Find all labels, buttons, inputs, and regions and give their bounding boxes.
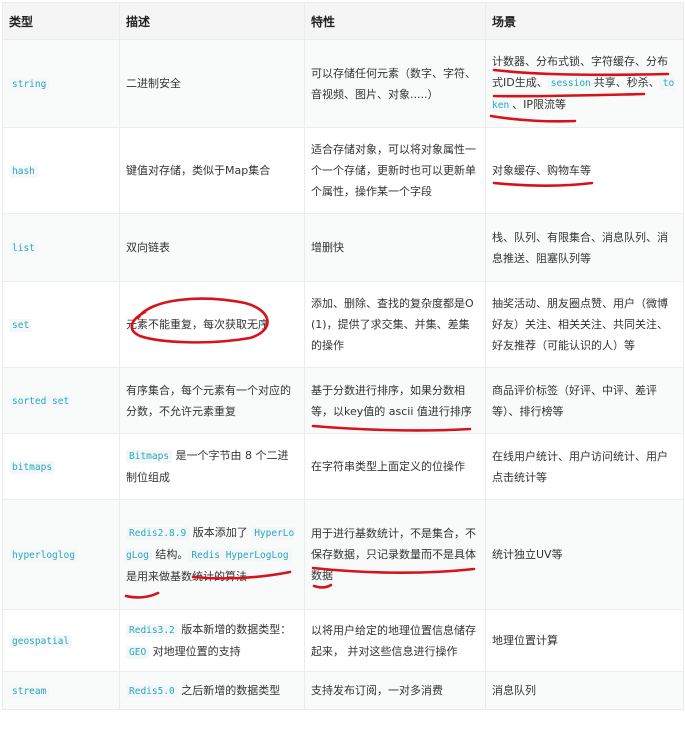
table-row: hyperloglog Redis2.8.9 版本添加了 HyperLogLog … (2, 499, 684, 610)
cell-description: 元素不能重复，每次获取无序 (119, 281, 305, 368)
inline-code: Bitmaps (126, 450, 173, 463)
cell-scene: 商品评价标签（好评、中评、差评等）、排行榜等 (485, 367, 684, 434)
cell-type: stream (2, 671, 120, 710)
text-span: 是用来做基数统计的算法 (126, 570, 247, 583)
table-body: string 二进制安全 可以存储任何元素（数字、字符、音视频、图片、对象.....… (2, 39, 684, 710)
inline-code: Redis3.2 (126, 623, 178, 637)
text-span: 增删快 (311, 241, 344, 254)
table-row: geospatial Redis3.2 版本新增的数据类型： GEO 对地理位置的支… (2, 609, 684, 672)
table-row: list 双向链表 增删快 栈、队列、有限集合、消息队列、消息推送、阻塞队列等 (2, 213, 684, 282)
text-span: 结构。 (151, 548, 189, 561)
table-row: sorted set 有序集合，每个元素有一个对应的分数，不允许元素重复 基于分数进… (2, 367, 684, 434)
cell-description: Redis3.2 版本新增的数据类型： GEO 对地理位置的支持 (119, 609, 305, 672)
type-name: stream (9, 684, 50, 698)
text-span: 二进制安全 (126, 77, 181, 90)
cell-description: Redis5.0 之后新增的数据类型 (119, 671, 305, 710)
cell-feature: 适合存储对象，可以将对象属性一个一个存储，更新时也可以更新单个属性，操作某一个字… (304, 127, 486, 214)
inline-code: session (547, 77, 594, 90)
cell-type: bitmaps (2, 433, 120, 500)
cell-description: Redis2.8.9 版本添加了 HyperLogLog 结构。 Redis Hy… (119, 499, 305, 610)
cell-feature: 支持发布订阅，一对多消费 (304, 671, 486, 710)
text-span: 基于分数进行排序，如果分数相等，以key值的 ascii 值进行排序 (311, 383, 472, 418)
header-feature: 特性 (304, 2, 486, 40)
inline-code: GEO (126, 645, 150, 659)
cell-description: 双向链表 (119, 213, 305, 282)
text-span: 可以存储任何元素（数字、字符、音视频、图片、对象.....） (311, 66, 476, 101)
cell-feature: 在字符串类型上面定义的位操作 (304, 433, 486, 500)
type-name: list (9, 241, 38, 255)
cell-type: set (2, 281, 120, 368)
header-scene: 场景 (485, 2, 684, 40)
text-span: 适合存储对象，可以将对象属性一个一个存储，更新时也可以更新单个属性，操作某一个字… (311, 143, 476, 198)
cell-scene: 统计独立UV等 (485, 499, 684, 610)
type-name: string (9, 77, 50, 91)
cell-scene: 对象缓存、购物车等 (485, 127, 684, 214)
cell-type: list (2, 213, 120, 282)
text-span: 之后新增的数据类型 (177, 683, 281, 697)
text-span: 版本添加了 (189, 526, 252, 539)
cell-description: Bitmaps 是一个字节由 8 个二进制位组成 (119, 433, 305, 500)
header-type: 类型 (2, 2, 120, 40)
cell-type: sorted set (2, 367, 120, 434)
inline-code: Redis2.8.9 (126, 527, 190, 540)
header-description: 描述 (119, 2, 305, 40)
text-span: 、IP限流等 (512, 98, 567, 111)
cell-scene: 消息队列 (485, 671, 684, 710)
cell-scene: 在线用户统计、用户访问统计、用户点击统计等 (485, 433, 684, 500)
text-span: 以将用户给定的地理位置信息储存起来， 并对这些信息进行操作 (311, 623, 476, 658)
cell-scene: 栈、队列、有限集合、消息队列、消息推送、阻塞队列等 (485, 213, 684, 282)
text-span: 消息队列 (492, 684, 536, 697)
text-span: 统计独立UV等 (492, 548, 563, 561)
type-name: geospatial (9, 634, 73, 648)
cell-scene: 地理位置计算 (485, 609, 684, 672)
inline-code: Redis5.0 (126, 684, 178, 698)
cell-type: hyperloglog (2, 499, 120, 610)
table-row: set 元素不能重复，每次获取无序 添加、删除、查找的复杂度都是O(1)，提供了求交… (2, 281, 684, 368)
type-name: bitmaps (9, 460, 56, 474)
text-span: 双向链表 (126, 241, 170, 254)
text-span: 在线用户统计、用户访问统计、用户点击统计等 (492, 449, 668, 484)
text-span: 对地理位置的支持 (149, 644, 241, 658)
cell-type: geospatial (2, 609, 120, 672)
text-span: 支持发布订阅，一对多消费 (311, 684, 443, 697)
type-name: hash (9, 164, 38, 178)
text-span: 在字符串类型上面定义的位操作 (311, 460, 465, 473)
cell-description: 二进制安全 (119, 39, 305, 128)
type-name: sorted set (9, 394, 73, 408)
text-span: 抽奖活动、朋友圈点赞、用户（微博好友）关注、相关关注、共同关注、好友推荐（可能认… (492, 297, 668, 352)
inline-code: Redis HyperLogLog (188, 549, 292, 562)
text-span: 地理位置计算 (492, 634, 558, 647)
text-span: 栈、队列、有限集合、消息队列、消息推送、阻塞队列等 (492, 230, 668, 265)
cell-feature: 可以存储任何元素（数字、字符、音视频、图片、对象.....） (304, 39, 486, 128)
text-span: 元素不能重复，每次获取无序 (126, 318, 269, 331)
type-name: hyperloglog (9, 548, 78, 562)
cell-feature: 以将用户给定的地理位置信息储存起来， 并对这些信息进行操作 (304, 609, 486, 672)
text-span: 商品评价标签（好评、中评、差评等）、排行榜等 (492, 383, 657, 418)
text-span: 添加、删除、查找的复杂度都是O(1)，提供了求交集、并集、差集的操作 (311, 297, 474, 352)
type-name: set (9, 318, 33, 332)
table-header-row: 类型 描述 特性 场景 (2, 2, 684, 40)
text-span: 用于进行基数统计，不是集合，不保存数据，只记录数量而不是具体数据 (311, 527, 476, 582)
text-span: 版本新增的数据类型： (177, 622, 292, 636)
cell-feature: 用于进行基数统计，不是集合，不保存数据，只记录数量而不是具体数据 (304, 499, 486, 610)
text-span: 键值对存储，类似于Map集合 (126, 164, 271, 177)
text-span: 有序集合，每个元素有一个对应的分数，不允许元素重复 (126, 383, 291, 418)
table-row: hash 键值对存储，类似于Map集合 适合存储对象，可以将对象属性一个一个存储，更… (2, 127, 684, 214)
cell-type: string (2, 39, 120, 128)
cell-feature: 增删快 (304, 213, 486, 282)
text-span: 对象缓存、购物车等 (492, 164, 591, 177)
cell-feature: 添加、删除、查找的复杂度都是O(1)，提供了求交集、并集、差集的操作 (304, 281, 486, 368)
cell-type: hash (2, 127, 120, 214)
cell-feature: 基于分数进行排序，如果分数相等，以key值的 ascii 值进行排序 (304, 367, 486, 434)
cell-scene: 计数器、分布式锁、字符缓存、分布式ID生成、 session 共享、秒杀、 token… (485, 39, 684, 128)
cell-description: 有序集合，每个元素有一个对应的分数，不允许元素重复 (119, 367, 305, 434)
cell-scene: 抽奖活动、朋友圈点赞、用户（微博好友）关注、相关关注、共同关注、好友推荐（可能认… (485, 281, 684, 368)
table-row: stream Redis5.0 之后新增的数据类型 支持发布订阅，一对多消费 消息队列 (2, 671, 684, 710)
text-span: 共享、秒杀、 (593, 76, 660, 89)
table-row: string 二进制安全 可以存储任何元素（数字、字符、音视频、图片、对象.....… (2, 39, 684, 128)
redis-types-table: 类型 描述 特性 场景 string 二进制安全 可以存储任何元素（数字、字符、音视… (2, 2, 684, 710)
table-row: bitmaps Bitmaps 是一个字节由 8 个二进制位组成 在字符串类型上面定… (2, 433, 684, 500)
cell-description: 键值对存储，类似于Map集合 (119, 127, 305, 214)
